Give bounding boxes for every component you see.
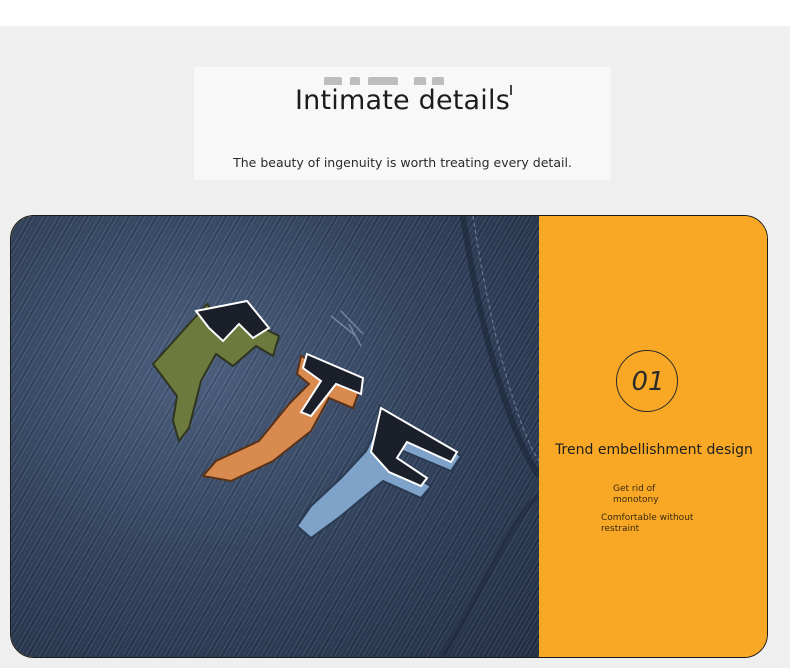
embroidered-letter-f [295, 404, 463, 540]
feature-panel: 01 Trend embellishment design Get rid of… [539, 216, 767, 657]
tick-mark [510, 85, 512, 95]
feature-note: Comfortable without restraint [601, 513, 694, 534]
denim-photo [11, 216, 542, 657]
feature-note: Get rid of monotony [613, 484, 659, 505]
header-box: Intimate details The beauty of ingenuity… [194, 67, 611, 180]
clipped-text-fragment [324, 73, 484, 85]
page-subtitle: The beauty of ingenuity is worth treatin… [233, 155, 572, 170]
page-title: Intimate details [295, 85, 510, 116]
number-badge: 01 [616, 350, 678, 412]
embroidery-illustration [151, 216, 542, 657]
detail-card: 01 Trend embellishment design Get rid of… [10, 215, 768, 658]
feature-title: Trend embellishment design [555, 442, 753, 458]
feature-number: 01 [631, 367, 665, 397]
embroidered-letter-w [151, 299, 281, 444]
